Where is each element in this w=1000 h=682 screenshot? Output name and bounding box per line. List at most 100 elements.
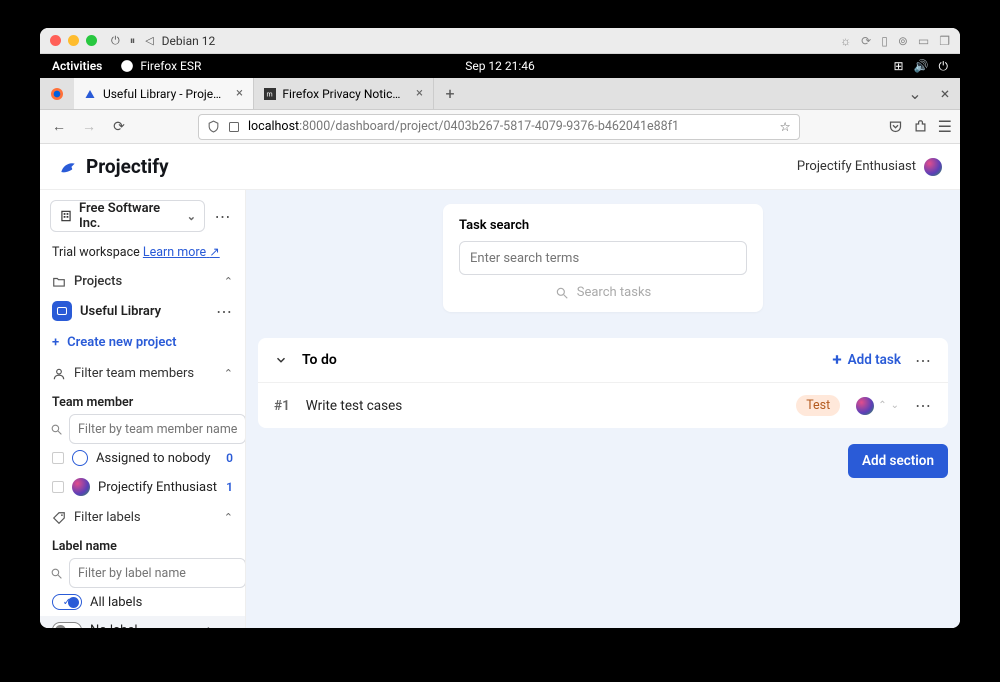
nav-bar: ← → ⟳ localhost:8000/dashboard/project/0… <box>40 110 960 144</box>
section-card: To do + Add task ⋯ #1 Write test cases T… <box>258 338 948 428</box>
person-icon <box>52 367 66 381</box>
all-labels-toggle[interactable]: ✓ All labels <box>50 588 235 616</box>
tab-strip: Useful Library - Projectify × m Firefox … <box>40 78 960 110</box>
task-row[interactable]: #1 Write test cases Test ⌃ ⌄ ⋯ <box>258 382 948 428</box>
task-tag: Test <box>796 395 840 416</box>
firefox-icon <box>120 59 134 73</box>
window-icon[interactable]: ▭ <box>918 34 929 48</box>
battery-icon: ▯ <box>881 34 888 48</box>
section-collapse-icon[interactable] <box>274 353 288 367</box>
folder-icon <box>52 275 66 289</box>
no-label-label: No label <box>90 623 138 629</box>
window-close-button[interactable]: × <box>930 84 960 103</box>
tab-2[interactable]: m Firefox Privacy Notice — … × <box>254 78 434 109</box>
tab-favicon-icon <box>84 87 97 101</box>
avatar <box>72 478 90 496</box>
checkbox[interactable] <box>52 481 64 493</box>
os-distro: Debian 12 <box>162 34 216 48</box>
assigned-nobody-row[interactable]: Assigned to nobody 0 <box>50 444 235 472</box>
bookmark-icon[interactable]: ☆ <box>779 119 790 135</box>
tab-title: Useful Library - Projectify <box>103 87 226 101</box>
volume-icon[interactable]: 🔊 <box>914 59 929 73</box>
filter-team-toggle[interactable]: Filter team members ⌃ <box>50 358 235 389</box>
brand-logo[interactable]: Projectify <box>58 155 169 178</box>
new-tab-button[interactable]: + <box>434 78 466 109</box>
chevron-up-small-icon[interactable]: ⌃ <box>878 400 886 411</box>
workspace-selector[interactable]: Free Software Inc. ⌄ <box>50 200 205 232</box>
toggle-off-icon[interactable] <box>52 622 82 628</box>
window-minimize-icon[interactable] <box>68 35 79 46</box>
avatar <box>856 397 874 415</box>
brand-name: Projectify <box>86 155 169 178</box>
power-icon: ⏻ <box>111 34 120 48</box>
toggle-on-icon[interactable]: ✓ <box>52 594 82 610</box>
chevron-up-icon: ⌃ <box>224 275 233 288</box>
stack-icon[interactable]: ❐ <box>939 34 950 48</box>
projects-label: Projects <box>74 274 122 289</box>
project-name: Useful Library <box>80 304 161 319</box>
main-content: Task search Search tasks To do <box>246 190 960 628</box>
page-info-icon[interactable] <box>228 121 240 133</box>
task-search-title: Task search <box>459 218 747 233</box>
shield-icon[interactable] <box>207 120 220 133</box>
chevron-down-small-icon[interactable]: ⌄ <box>891 400 899 411</box>
task-assignee[interactable]: ⌃ ⌄ <box>856 397 899 415</box>
no-label-toggle[interactable]: No label <box>40 616 245 628</box>
create-project-button[interactable]: + Create new project <box>50 327 235 358</box>
active-app-name: Firefox ESR <box>140 59 201 73</box>
filter-team-label: Filter team members <box>74 366 194 381</box>
add-task-button[interactable]: + Add task <box>832 350 901 370</box>
member-row[interactable]: Projectify Enthusiast 1 <box>50 472 235 502</box>
tab-favicon-icon: m <box>264 87 276 101</box>
task-search-card: Task search Search tasks <box>443 204 763 312</box>
add-task-label: Add task <box>848 352 901 368</box>
power-menu-icon[interactable]: ⏻ <box>939 59 949 74</box>
tab-list-dropdown-icon[interactable]: ⌄ <box>900 84 930 103</box>
task-id: #1 <box>274 398 290 414</box>
hamburger-menu-icon[interactable]: ☰ <box>938 117 952 136</box>
plus-icon: + <box>52 335 59 350</box>
workspace-more-button[interactable]: ⋯ <box>211 200 235 232</box>
tag-icon <box>52 511 66 525</box>
back-button[interactable]: ← <box>48 116 70 138</box>
brightness-icon[interactable]: ☼ <box>840 34 851 48</box>
extensions-icon[interactable] <box>913 119 928 134</box>
team-filter-input[interactable] <box>69 414 246 444</box>
window-maximize-icon[interactable] <box>86 35 97 46</box>
refresh-icon[interactable]: ⟳ <box>861 34 871 48</box>
clock[interactable]: Sep 12 21:46 <box>465 59 535 73</box>
user-name: Projectify Enthusiast <box>797 159 916 174</box>
team-member-heading: Team member <box>52 395 233 410</box>
task-search-input[interactable] <box>459 241 747 275</box>
section-more-button[interactable]: ⋯ <box>915 351 932 370</box>
assigned-nobody-count: 0 <box>226 451 233 465</box>
network-icon[interactable]: ⊞ <box>893 59 903 73</box>
checkbox[interactable] <box>52 452 64 464</box>
label-filter-input[interactable] <box>69 558 246 588</box>
user-menu[interactable]: Projectify Enthusiast <box>797 158 942 176</box>
filter-labels-label: Filter labels <box>74 510 141 525</box>
active-app[interactable]: Firefox ESR <box>120 59 201 73</box>
search-tasks-label: Search tasks <box>577 285 652 300</box>
globe-icon[interactable]: ⊚ <box>898 34 908 48</box>
filter-labels-toggle[interactable]: Filter labels ⌃ <box>50 502 235 533</box>
tab-close-icon[interactable]: × <box>236 86 243 101</box>
search-tasks-button[interactable]: Search tasks <box>459 275 747 302</box>
project-more-button[interactable]: ⋯ <box>216 302 233 321</box>
add-section-button[interactable]: Add section <box>848 444 948 478</box>
external-link-icon: ↗ <box>209 245 219 260</box>
task-name: Write test cases <box>306 398 402 414</box>
titlebar: ⏻ ⏸ ◁ Debian 12 ☼ ⟳ ▯ ⊚ ▭ ❐ <box>40 28 960 54</box>
project-item[interactable]: Useful Library ⋯ <box>50 295 235 327</box>
activities-button[interactable]: Activities <box>52 59 102 73</box>
learn-more-link[interactable]: Learn more ↗ <box>143 245 220 260</box>
reload-button[interactable]: ⟳ <box>108 116 130 138</box>
window-close-icon[interactable] <box>50 35 61 46</box>
projects-section-toggle[interactable]: Projects ⌃ <box>50 268 235 295</box>
tab-1[interactable]: Useful Library - Projectify × <box>74 78 254 109</box>
pocket-icon[interactable] <box>888 119 903 134</box>
tab-close-icon[interactable]: × <box>416 86 423 101</box>
url-bar[interactable]: localhost:8000/dashboard/project/0403b26… <box>198 114 800 140</box>
firefox-home-icon[interactable] <box>40 78 74 109</box>
task-more-button[interactable]: ⋯ <box>915 396 932 415</box>
